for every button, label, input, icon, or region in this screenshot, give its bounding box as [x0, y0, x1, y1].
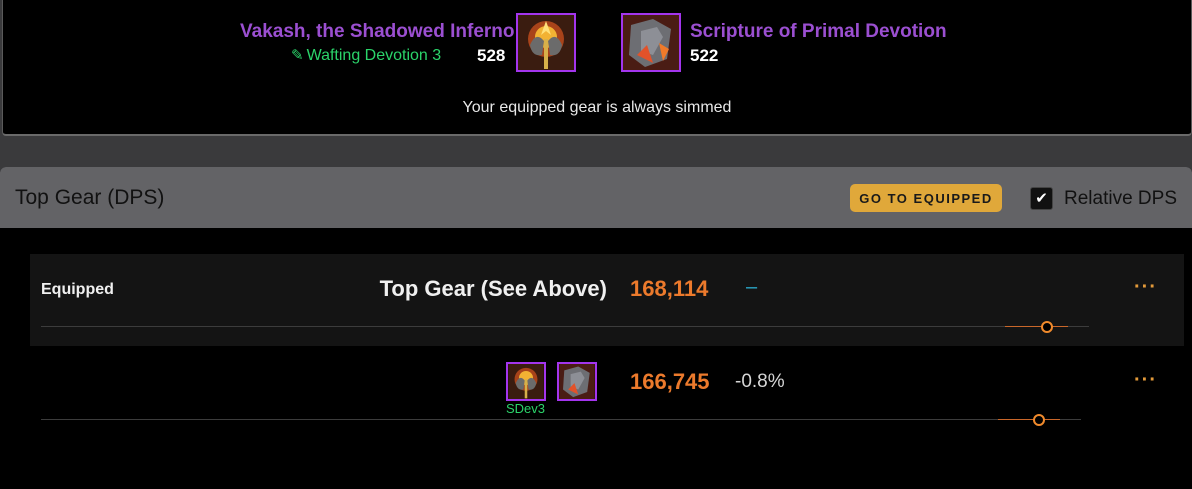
- dps-confidence-interval: [1005, 326, 1068, 327]
- dps-marker: [1033, 414, 1045, 426]
- result-row-equipped[interactable]: Equipped Top Gear (See Above) 168,114 – …: [30, 254, 1184, 346]
- top-gear-results: Top Gear (DPS) GO TO EQUIPPED ✔ Relative…: [0, 167, 1192, 489]
- row-set-name: Top Gear (See Above): [379, 276, 607, 301]
- offhand-name[interactable]: Scripture of Primal Devotion: [690, 21, 947, 43]
- stone-tome-icon[interactable]: [621, 13, 681, 72]
- go-to-equipped-button[interactable]: GO TO EQUIPPED: [850, 184, 1002, 212]
- row-label: Equipped: [41, 281, 114, 298]
- weapon-enchant: ✎ Wafting Devotion 3: [291, 46, 441, 65]
- results-title: Top Gear (DPS): [15, 186, 165, 209]
- equipped-gear-panel: Vakash, the Shadowed Inferno ✎ Wafting De…: [2, 0, 1192, 136]
- weapon-item-level: 528: [477, 46, 506, 65]
- relative-dps-checkbox[interactable]: ✔: [1030, 187, 1053, 210]
- more-options-icon[interactable]: ···: [1134, 276, 1157, 299]
- dps-confidence-interval: [998, 419, 1060, 420]
- weapon-enchant-label: Wafting Devotion 3: [306, 47, 442, 64]
- relative-dps-label[interactable]: Relative DPS: [1064, 188, 1177, 210]
- results-header: Top Gear (DPS) GO TO EQUIPPED ✔ Relative…: [0, 167, 1192, 228]
- dps-marker: [1041, 321, 1053, 333]
- fiery-axe-icon[interactable]: [516, 13, 576, 72]
- alt-enchant-label: SDev3: [506, 401, 546, 416]
- more-options-icon[interactable]: ···: [1134, 369, 1157, 392]
- row-delta: –: [746, 276, 758, 298]
- stone-tome-icon[interactable]: [557, 362, 597, 401]
- row-dps: 166,745: [630, 369, 710, 394]
- offhand-item-level: 522: [690, 46, 719, 65]
- dps-range-track: [41, 419, 1081, 420]
- checkmark-icon: ✔: [1035, 190, 1048, 207]
- row-dps: 168,114: [630, 276, 709, 301]
- fiery-axe-icon[interactable]: [506, 362, 546, 401]
- enchant-quill-icon: ✎: [291, 47, 304, 64]
- weapon-name[interactable]: Vakash, the Shadowed Inferno: [240, 21, 515, 43]
- row-delta: -0.8%: [735, 371, 785, 392]
- dps-range-track: [41, 326, 1089, 327]
- equipped-note: Your equipped gear is always simmed: [462, 99, 732, 116]
